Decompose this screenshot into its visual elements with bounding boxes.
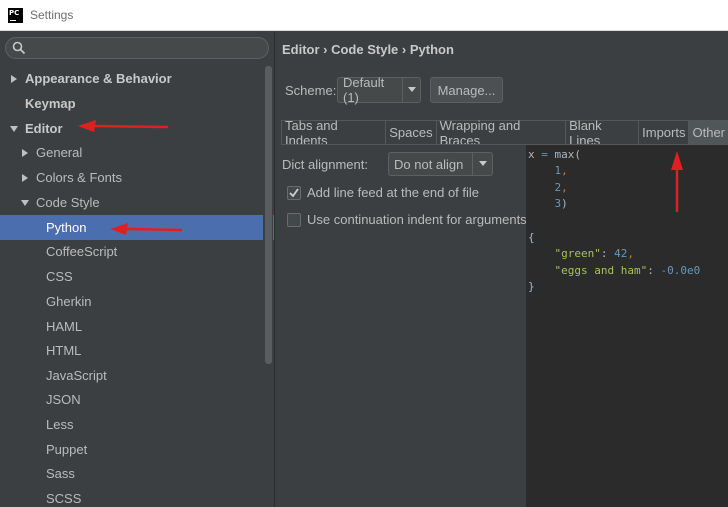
code-line-7: "green": 42, <box>554 247 634 260</box>
scheme-select[interactable]: Default (1) <box>337 75 421 105</box>
tree-item-appearance-behavior[interactable]: Appearance & Behavior <box>0 66 274 91</box>
code-style-tabs: Tabs and Indents Spaces Wrapping and Brace… <box>281 118 728 148</box>
tree-item-label: CoffeeScript <box>46 244 118 259</box>
line-feed-checkbox[interactable] <box>287 185 301 200</box>
checkbox-row-line-feed[interactable]: Add line feed at the end of file <box>287 185 479 200</box>
tree-item-label: SCSS <box>46 491 82 506</box>
collapsed-arrow-icon[interactable] <box>20 173 30 183</box>
main-panel: Editor › Code Style › Python Scheme: Def… <box>276 32 728 507</box>
manage-button[interactable]: Manage... <box>430 77 503 103</box>
dict-alignment-label: Dict alignment: <box>282 157 368 172</box>
chevron-down-icon <box>402 78 420 102</box>
collapsed-arrow-icon[interactable] <box>20 148 30 158</box>
tree-item-label: Gherkin <box>46 294 92 309</box>
tree-item-scss[interactable]: SCSS <box>0 486 274 507</box>
expanded-arrow-icon[interactable] <box>9 124 19 134</box>
tree-item-less[interactable]: Less <box>0 412 274 437</box>
sidebar-scrollbar-thumb[interactable] <box>265 66 272 364</box>
code-line-3: 2, <box>554 181 568 194</box>
tree-item-label: Puppet <box>46 442 88 457</box>
tree-item-haml[interactable]: HAML <box>0 314 274 339</box>
tree-item-label: Code Style <box>36 195 100 210</box>
tree-item-label: Python <box>46 220 87 235</box>
code-line-9: } <box>528 280 535 293</box>
chevron-down-icon <box>472 153 492 175</box>
tab-other[interactable]: Other <box>688 120 728 144</box>
code-line-1: x = max( <box>528 148 581 161</box>
annotation-arrow-python <box>110 223 183 235</box>
tree-item-label: Keymap <box>25 96 76 111</box>
code-line-2: 1, <box>554 164 568 177</box>
window-title: Settings <box>30 8 74 22</box>
annotation-arrow-other-tab <box>671 151 683 212</box>
expanded-arrow-icon[interactable] <box>20 198 30 208</box>
collapsed-arrow-icon[interactable] <box>9 74 19 84</box>
dict-alignment-select[interactable]: Do not align <box>388 152 493 176</box>
breadcrumb: Editor › Code Style › Python <box>282 42 454 57</box>
tree-item-label: Sass <box>46 466 75 481</box>
continuation-indent-checkbox[interactable] <box>287 212 301 227</box>
code-preview: x = max( 1, 2, 3) { "green": 42, "eggs a… <box>526 145 728 507</box>
tree-item-puppet[interactable]: Puppet <box>0 437 274 462</box>
scheme-label: Scheme: <box>285 83 337 98</box>
tree-item-label: Editor <box>25 121 63 136</box>
tree-item-label: JSON <box>46 392 81 407</box>
annotation-arrow-editor <box>78 120 169 132</box>
tree-item-label: HAML <box>46 319 83 334</box>
tree-item-javascript[interactable]: JavaScript <box>0 363 274 388</box>
search-input[interactable] <box>5 37 269 59</box>
tree-item-label: HTML <box>46 343 82 358</box>
title-bar: PC Settings <box>0 0 728 31</box>
tree-item-label: Colors & Fonts <box>36 170 122 185</box>
tree-item-gherkin[interactable]: Gherkin <box>0 289 274 314</box>
tree-item-colors-fonts[interactable]: Colors & Fonts <box>0 165 274 190</box>
line-feed-checkbox-label: Add line feed at the end of file <box>307 185 480 200</box>
code-line-4: 3) <box>554 197 568 210</box>
tab-spaces[interactable]: Spaces <box>385 120 437 144</box>
tab-imports[interactable]: Imports <box>638 120 690 144</box>
code-line-6: { <box>528 231 535 244</box>
tree-item-keymap[interactable]: Keymap <box>0 91 274 116</box>
search-icon <box>12 41 26 55</box>
code-line-8: "eggs and ham": -0.0e0 <box>554 264 701 277</box>
scheme-select-value: Default (1) <box>343 75 385 105</box>
tree-item-html[interactable]: HTML <box>0 338 274 363</box>
tree-item-label: General <box>36 145 83 160</box>
tree-item-general[interactable]: General <box>0 140 274 165</box>
continuation-indent-checkbox-label: Use continuation indent for arguments <box>307 212 527 227</box>
tree-item-code-style[interactable]: Code Style <box>0 190 274 215</box>
checkmark-icon <box>289 187 299 197</box>
tree-item-coffeescript[interactable]: CoffeeScript <box>0 239 274 264</box>
tree-item-label: Less <box>46 417 74 432</box>
dict-alignment-value: Do not align <box>394 156 464 172</box>
checkbox-row-continuation-indent[interactable]: Use continuation indent for arguments <box>287 212 527 227</box>
settings-sidebar: Appearance & Behavior Keymap Editor General… <box>0 32 275 507</box>
tree-item-label: Appearance & Behavior <box>25 71 172 86</box>
tree-item-label: CSS <box>46 269 73 284</box>
tab-wrapping-and-braces[interactable]: Wrapping and Braces <box>435 118 567 148</box>
tab-blank-lines[interactable]: Blank Lines <box>565 118 640 148</box>
tab-tabs-and-indents[interactable]: Tabs and Indents <box>281 118 387 148</box>
tree-item-css[interactable]: CSS <box>0 264 274 289</box>
pycharm-app-icon: PC <box>8 7 23 23</box>
tree-item-label: JavaScript <box>46 368 107 383</box>
tree-item-sass[interactable]: Sass <box>0 461 274 486</box>
tree-item-json[interactable]: JSON <box>0 387 274 412</box>
